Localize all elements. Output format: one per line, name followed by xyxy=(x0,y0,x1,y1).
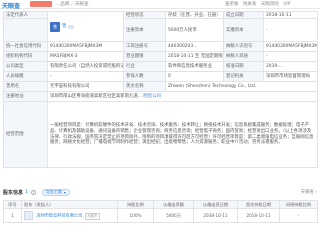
table-row[interactable]: 1 深圳市智云科技有限公司 大股东 100% 5000万 2038-10-11 … xyxy=(3,208,318,223)
credit-code-label: 统一社会信用代码 xyxy=(3,41,48,52)
col-amount: 认缴出资额 xyxy=(153,200,194,209)
filter-label: 包含工商 xyxy=(45,189,62,194)
nav-links: 查老板 找关系 天眼风险 VIP xyxy=(222,1,290,7)
english-name-label: 英文名称 xyxy=(123,81,166,92)
term-value: 2018-10-11 至 无固定期限 xyxy=(165,51,224,62)
nav-link-3[interactable]: 天眼风险 xyxy=(261,2,279,7)
reg-capital-label: 注册资本 xyxy=(123,18,166,42)
site-logo[interactable]: 天眼查 xyxy=(2,1,20,10)
row-badge: 大股东 xyxy=(84,212,100,220)
top-nav-bar: 天眼查 ...品牌... 天眼查 查老板 找关系 天眼风险 VIP xyxy=(0,0,320,10)
business-no-value: 440300203... xyxy=(165,41,224,52)
legal-rep-spacer xyxy=(3,18,48,42)
nav-link-1[interactable]: 查老板 xyxy=(225,2,239,7)
company-logo xyxy=(24,211,33,220)
row-date: 2038-10-11 xyxy=(193,208,238,223)
row-indirect: - xyxy=(279,208,318,223)
former-name-label: 曾用名 xyxy=(3,81,48,92)
approval-label: 核准日期 xyxy=(223,61,264,72)
taxpayer-value: 91440300MA5FBJMX3M xyxy=(263,41,318,52)
org-code-value: MA5FBJMX-3 xyxy=(47,51,124,62)
industry-value: 软件和信息技术服务业 xyxy=(165,61,224,72)
reg-status-value: 存续（在营、开业、在册） xyxy=(165,11,224,19)
credit-code-value: 91440300MA5FBJMX3M xyxy=(47,41,124,52)
staff-label: 人员规模 xyxy=(3,71,48,82)
staff-value: - xyxy=(47,71,124,82)
scope-value: 一般经营项目是：计算机软硬件的技术开发、技术咨询、技术服务、技术转让；网络技术开… xyxy=(47,101,318,168)
col-ratio: 持股比例 xyxy=(117,200,154,209)
insured-label: 参保人数 xyxy=(123,71,166,82)
filter-pill[interactable]: 包含工商 ▾ xyxy=(41,188,70,196)
org-code-label: 组织机构代码 xyxy=(3,51,48,62)
term-label: 营业期限 xyxy=(123,51,166,62)
paid-capital-value: - xyxy=(263,18,318,42)
authority-label: 登记机关 xyxy=(223,71,264,82)
type-value: 有限责任公司（自然人投资或控股的法人独资） xyxy=(47,61,124,72)
est-date-label: 成立日期 xyxy=(223,11,264,19)
shareholder-table: 序号 股东（发起人） 持股比例 认缴出资额 认缴出资日期 首次持股日期 间接持股… xyxy=(3,200,318,223)
row-name-cell: 深圳市智云科技有限公司 大股东 xyxy=(21,208,118,223)
col-date: 认缴出资日期 xyxy=(193,200,238,209)
taxpayer-qual-label: 纳税人资质 xyxy=(223,51,264,62)
industry-label: 行业 xyxy=(123,61,166,72)
nav-link-4[interactable]: VIP xyxy=(283,2,290,7)
row-amount: 5000万 xyxy=(153,208,194,223)
english-name-value: Zhiwen (Shenzhen) Technology Co., Ltd. xyxy=(165,81,318,92)
paid-capital-label: 实缴资本 xyxy=(223,18,264,42)
legal-rep-avatar: 曾 xyxy=(50,21,60,32)
insured-value: 0 xyxy=(165,71,224,82)
business-no-label: 工商注册号 xyxy=(123,41,166,52)
col-index: 序号 xyxy=(3,200,22,209)
company-info-table: 法定代表人 曾 曾 经营状态 存续（在营、开业、在册） 成立日期 2018-10… xyxy=(3,11,318,168)
section-right-link[interactable]: 天眼查 › xyxy=(301,189,317,195)
est-date-value: 2018-10-11 xyxy=(263,11,318,19)
authority-value: 深圳市市场监督管理局 xyxy=(263,71,318,82)
highlight-banner[interactable] xyxy=(30,1,52,7)
type-label: 公司类型 xyxy=(3,61,48,72)
approval-value: 2019-... xyxy=(263,61,318,72)
row-index: 1 xyxy=(3,208,22,223)
shareholder-section-header: 股东信息 1 ? 包含工商 ▾ 天眼查 › xyxy=(3,186,317,198)
taxpayer-qual-value: - xyxy=(263,51,318,62)
table-header-row: 序号 股东（发起人） 持股比例 认缴出资额 认缴出资日期 首次持股日期 间接持股… xyxy=(3,200,318,209)
reg-status-label: 经营状态 xyxy=(123,11,166,19)
section-count: 1 xyxy=(25,189,28,195)
chevron-down-icon: ▾ xyxy=(63,189,66,195)
section-title: 股东信息 xyxy=(3,189,24,196)
row-ratio: 100% xyxy=(117,208,154,223)
row-first: 2018-10-11 xyxy=(237,208,280,223)
nav-text[interactable]: ...品牌... 天眼查 xyxy=(56,1,89,7)
col-first: 首次持股日期 xyxy=(237,200,280,209)
nav-link-2[interactable]: 找关系 xyxy=(243,2,257,7)
taxpayer-label: 纳税人识别号 xyxy=(223,41,264,52)
reg-capital-value: 5000万人民币 xyxy=(165,18,224,42)
row-name[interactable]: 深圳市智云科技有限公司 xyxy=(36,213,82,218)
col-indirect: 间接持股比例 xyxy=(279,200,318,209)
legal-rep-label: 法定代表人 xyxy=(3,11,48,19)
address-label: 注册地址 xyxy=(3,91,48,102)
scope-label: 经营范围 xyxy=(3,101,48,168)
legal-rep-name[interactable]: 曾 xyxy=(62,24,66,29)
nearby-link[interactable]: 附近公司 xyxy=(143,94,161,99)
address-value: 深圳市南山区粤海街道高新区社区高新南九道... xyxy=(50,94,143,99)
related-chip[interactable] xyxy=(68,24,75,29)
col-name: 股东（发起人） xyxy=(21,200,118,209)
legal-rep-cell: 曾 曾 xyxy=(47,11,124,42)
former-name-value: 元宇宙科技有限公司 xyxy=(47,81,124,92)
help-icon[interactable]: ? xyxy=(30,189,36,195)
address-cell: 深圳市南山区粤海街道高新区社区高新南九道... 附近公司 xyxy=(47,91,318,102)
